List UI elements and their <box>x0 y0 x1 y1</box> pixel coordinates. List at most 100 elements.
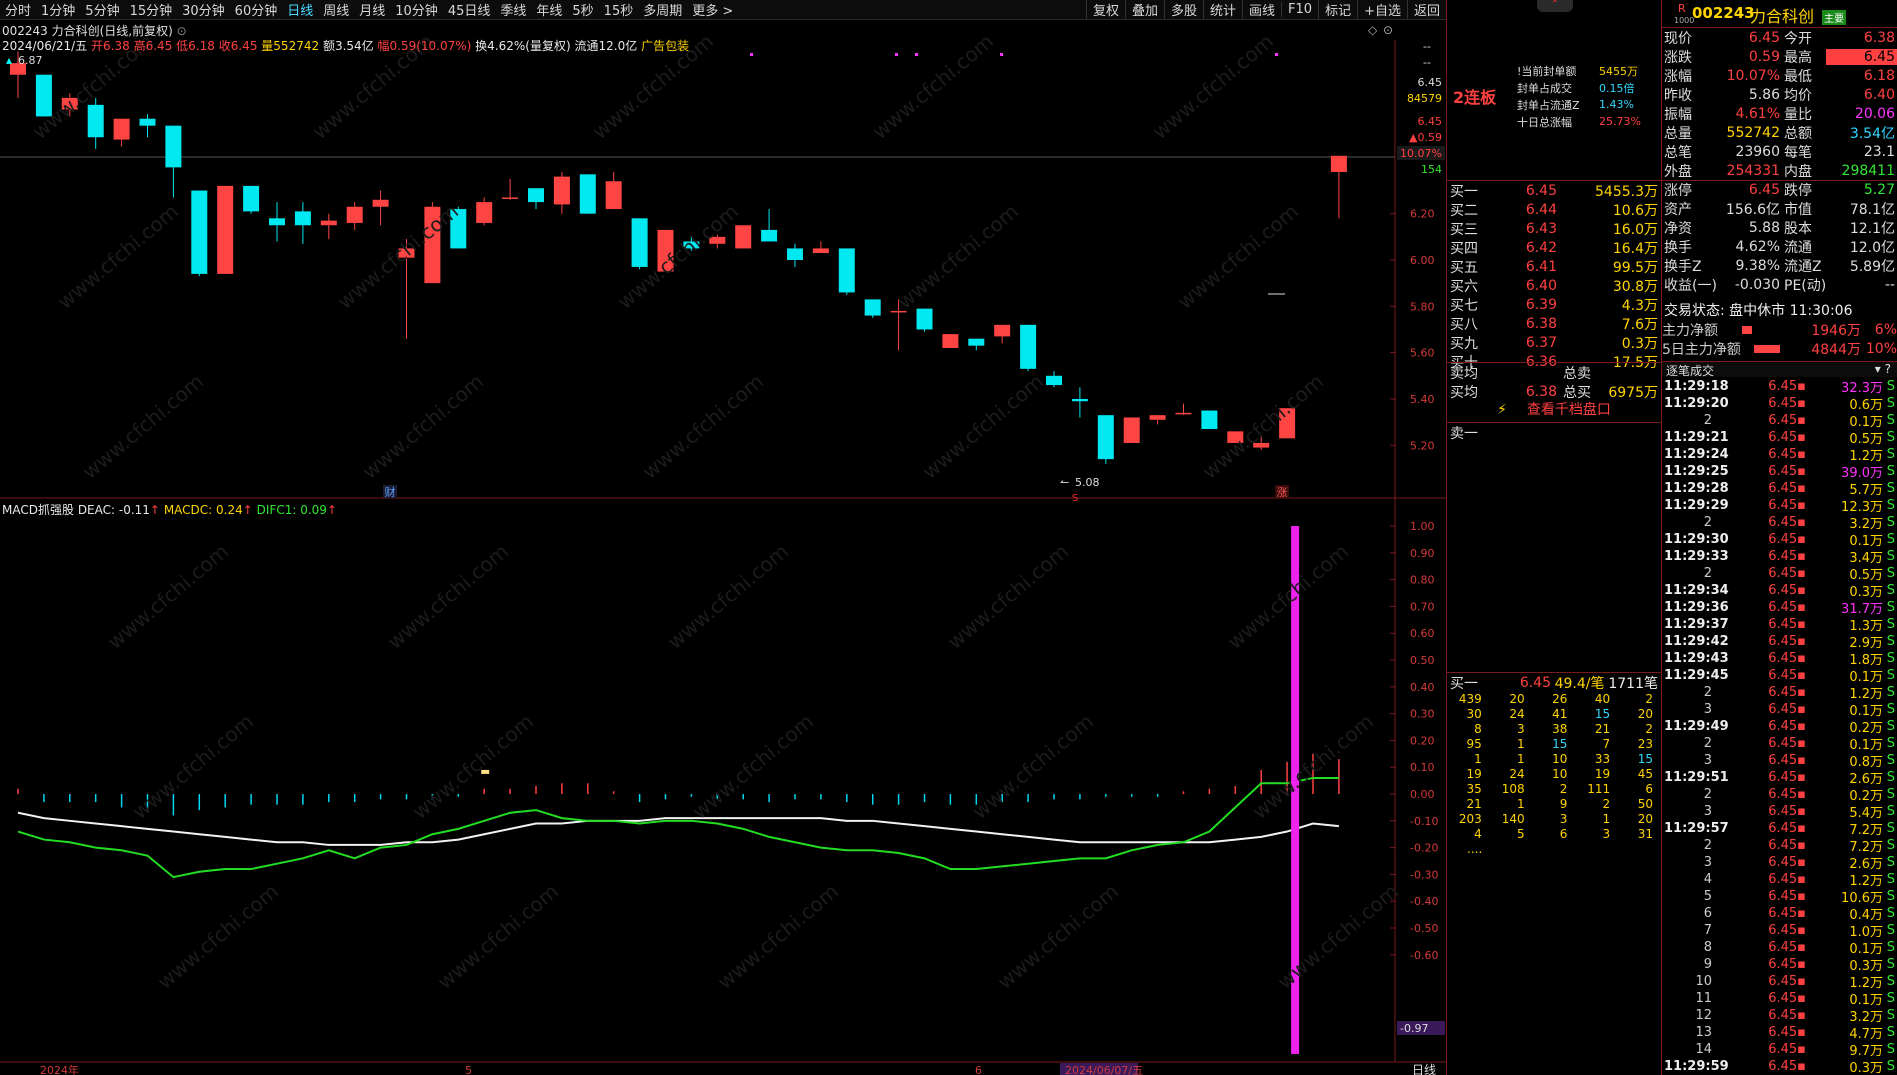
period-tab-7[interactable]: 周线 <box>318 0 354 19</box>
bid-row[interactable]: 买六 6.40 30.8万 <box>1447 276 1661 295</box>
watermark: www.cfchi.com <box>968 709 1098 824</box>
ticks-menu-icon[interactable]: ▾ ? <box>1875 362 1897 376</box>
candle-body <box>346 206 363 223</box>
tool-button-3[interactable]: 统计 <box>1203 0 1242 19</box>
quote-key: 总量 <box>1664 125 1692 142</box>
tick-price: 6.45▪ <box>1768 379 1806 394</box>
ticker-badge: 主要 <box>1822 10 1846 25</box>
tool-button-4[interactable]: 画线 <box>1242 0 1281 19</box>
period-tab-10[interactable]: 45日线 <box>443 0 496 19</box>
tick-price: 6.45▪ <box>1768 1008 1806 1023</box>
bid-label: 买一 <box>1450 183 1478 200</box>
period-tab-13[interactable]: 5秒 <box>567 0 598 19</box>
tick-row: 11:29:33 6.45▪ 3.4万 S <box>1662 548 1897 566</box>
tick-time: 11:29:24 <box>1664 447 1729 462</box>
tick-time: 2 <box>1703 566 1712 581</box>
title-dropdown-icon[interactable]: ⊙ <box>177 24 187 38</box>
candle-body <box>113 118 130 140</box>
macd-name[interactable]: MACD抓强股 <box>2 503 74 517</box>
tool-button-2[interactable]: 多股 <box>1163 0 1203 19</box>
date-label: 2024/06/07/五 <box>1065 1064 1143 1075</box>
ohlc-info-bar: 2024/06/21/五 开6.38 高6.45 低6.18 收6.45 量55… <box>2 37 689 54</box>
tick-time: 3 <box>1703 855 1712 870</box>
quote-value: 4.61% <box>1735 105 1780 122</box>
bid-row[interactable]: 买五 6.41 99.5万 <box>1447 257 1661 276</box>
tool-button-8[interactable]: 返回 <box>1406 0 1446 19</box>
period-tab-0[interactable]: 分时 <box>0 0 36 19</box>
stock-title-text: 002243 力合科创(日线,前复权) <box>2 24 173 38</box>
period-tab-6[interactable]: 日线 <box>282 0 318 19</box>
bid-row[interactable]: 买二 6.44 10.6万 <box>1447 200 1661 219</box>
kline-chart[interactable]: 6.00 5.80 5.60 5.40 5.20 6.20 6.45 84579 6.45 ▲0.… <box>0 20 1446 1075</box>
bid-row[interactable]: 买七 6.39 4.3万 <box>1447 295 1661 314</box>
queue-cell: 439 <box>1458 692 1482 706</box>
tool-button-7[interactable]: +自选 <box>1357 0 1407 19</box>
bid-volume: 16.0万 <box>1612 221 1658 238</box>
bid-row[interactable]: 买三 6.43 16.0万 <box>1447 219 1661 238</box>
period-tab-14[interactable]: 15秒 <box>599 0 639 19</box>
tool-button-1[interactable]: 叠加 <box>1124 0 1164 19</box>
quote-value: 23960 <box>1735 143 1780 160</box>
macd-tick-label: -0.60 <box>1410 949 1438 962</box>
bid-label: 买二 <box>1450 202 1478 219</box>
tick-time: 11:29:49 <box>1664 719 1729 734</box>
period-tab-8[interactable]: 月线 <box>354 0 390 19</box>
watermark: www.cfchi.com <box>993 879 1123 994</box>
queue-header-cell: 49.4/笔 <box>1554 675 1605 692</box>
limit-row: !当前封单额 5455万 <box>1517 62 1662 79</box>
period-tab-16[interactable]: 更多 > <box>687 0 738 19</box>
total-label: 总卖 <box>1563 365 1591 382</box>
candle-body <box>787 248 803 260</box>
candle-body <box>1149 415 1166 420</box>
avg-table: 卖均 总卖 买均 6.38 总买 6975万 <box>1447 362 1661 401</box>
queue-row: 1 1 10 33 15 <box>1447 752 1661 767</box>
tick-time: 5 <box>1703 889 1712 904</box>
candle-body <box>320 220 337 226</box>
tick-flag: S <box>1886 702 1895 717</box>
period-tab-11[interactable]: 季线 <box>495 0 531 19</box>
period-tab-2[interactable]: 5分钟 <box>80 0 124 19</box>
tool-button-6[interactable]: 标记 <box>1318 0 1357 19</box>
main-net-value: 1946万 <box>1811 322 1861 339</box>
tick-price: 6.45▪ <box>1768 396 1806 411</box>
bid-price: 6.41 <box>1525 258 1557 275</box>
candle-body <box>1175 412 1192 415</box>
quote-key2: 流通 <box>1784 239 1812 256</box>
tick-row: 10 6.45▪ 1.2万 S <box>1662 973 1897 991</box>
period-tab-1[interactable]: 1分钟 <box>36 0 80 19</box>
macd-tick-label: 0.40 <box>1410 681 1435 694</box>
period-tab-3[interactable]: 15分钟 <box>125 0 178 19</box>
period-tab-15[interactable]: 多周期 <box>638 0 687 19</box>
high-arrow: ▴ <box>6 53 12 67</box>
depth-button[interactable]: ⚡ 查看千档盘口 <box>1447 400 1661 420</box>
info-ad[interactable]: 广告包装 <box>641 39 689 53</box>
ticks-list[interactable]: 11:29:18 6.45▪ 32.3万 S 11:29:20 6.45▪ 0.6万 S 2 6.… <box>1662 378 1897 1075</box>
queue-header-cell: 1711笔 <box>1608 675 1658 692</box>
tick-row: 3 6.45▪ 5.4万 S <box>1662 803 1897 821</box>
queue-row: 19 24 10 19 45 <box>1447 767 1661 782</box>
candle-body <box>994 324 1011 337</box>
quote-key: 总笔 <box>1664 144 1692 161</box>
tool-button-5[interactable]: F10 <box>1281 2 1318 17</box>
quote-key2: 流通Z <box>1784 258 1822 275</box>
period-tab-9[interactable]: 10分钟 <box>390 0 443 19</box>
bid-row[interactable]: 买九 6.37 0.3万 <box>1447 333 1661 352</box>
order-queue: 439 20 26 40 2 30 24 41 15 20 8 3 38 21 2 95 1 15 7 23 1 1 10 3… <box>1447 692 1661 856</box>
tick-flag: S <box>1886 515 1895 530</box>
event-dot <box>895 53 898 56</box>
collapse-button[interactable]: ⌃ <box>1537 0 1573 12</box>
period-tab-5[interactable]: 60分钟 <box>230 0 283 19</box>
limit-value: 0.15倍 <box>1599 81 1635 95</box>
bid-label: 买三 <box>1450 221 1478 238</box>
period-tab-4[interactable]: 30分钟 <box>177 0 230 19</box>
bid-volume: 5455.3万 <box>1595 183 1658 200</box>
limit-key: !当前封单额 <box>1517 64 1577 78</box>
info-high: 高6.45 <box>133 39 173 53</box>
bid-row[interactable]: 买四 6.42 16.4万 <box>1447 238 1661 257</box>
bid-row[interactable]: 买八 6.38 7.6万 <box>1447 314 1661 333</box>
candle-body <box>916 308 933 330</box>
bid-row[interactable]: 买一 6.45 5455.3万 <box>1447 181 1661 200</box>
tool-button-0[interactable]: 复权 <box>1085 0 1125 19</box>
period-tab-12[interactable]: 年线 <box>531 0 567 19</box>
tick-price: 6.45▪ <box>1768 600 1806 615</box>
